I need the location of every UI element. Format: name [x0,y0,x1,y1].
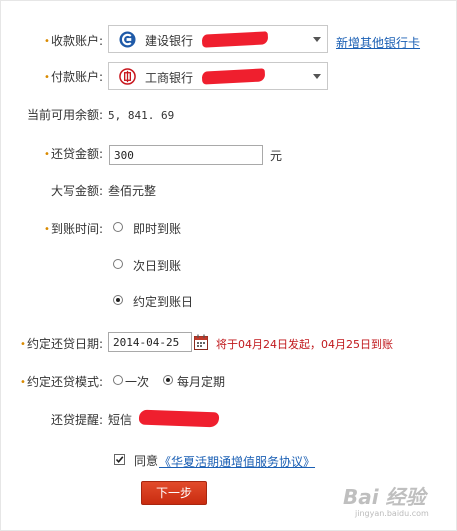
appointed-date-input[interactable] [108,332,192,352]
option-appointed-arrival: 约定到账日 [133,295,194,309]
option-mode-monthly: 每月定期 [177,375,226,389]
chevron-down-icon [313,74,321,79]
appointed-date-note: 将于04月24日发起，04月25日到账 [216,338,393,351]
agreement-prefix: 同意 [134,454,159,468]
reminder-label: 还贷提醒: [50,413,103,427]
redacted-account-number [201,31,269,48]
pay-bank-name: 工商银行 [145,71,194,85]
appointed-date-label: 约定还贷日期: [20,336,103,354]
reminder-value: 短信 [108,413,133,427]
calendar-icon[interactable] [194,334,208,350]
checkmark-icon [115,456,124,464]
radio-mode-once[interactable] [113,375,123,385]
repay-amount-label: 还贷金额: [44,146,103,164]
arrival-time-label: 到账时间: [44,221,103,239]
redacted-phone-number [138,409,220,428]
balance-value: 5, 841. 69 [108,109,175,122]
option-next-day-arrival: 次日到账 [133,259,182,273]
icbc-bank-icon [119,68,136,85]
agreement-link[interactable]: 《华夏活期通增值服务协议》 [159,453,315,470]
balance-label: 当前可用余额: [26,108,103,122]
currency-unit: 元 [270,149,283,163]
agreement-checkbox[interactable] [114,454,125,465]
option-instant-arrival: 即时到账 [133,222,182,236]
radio-mode-monthly[interactable] [163,375,173,385]
next-step-button[interactable]: 下一步 [141,481,207,505]
radio-instant-arrival[interactable] [113,222,123,232]
redacted-account-number [201,68,266,85]
repay-amount-input[interactable] [109,145,263,165]
appointed-mode-label: 约定还贷模式: [20,374,103,392]
collect-account-label: 收款账户: [44,33,103,51]
option-mode-once: 一次 [125,375,150,389]
ccb-bank-icon [119,31,136,48]
collect-bank-name: 建设银行 [145,34,194,48]
chevron-down-icon [313,37,321,42]
collect-account-select[interactable]: 建设银行 [108,25,328,53]
amount-words-label: 大写金额: [50,184,103,198]
pay-account-select[interactable]: 工商银行 [108,62,328,90]
baidu-watermark: Bai 经验 [343,485,426,509]
amount-words-value: 叁佰元整 [108,184,157,198]
baidu-watermark-url: jingyan.baidu.com [355,509,429,518]
add-bank-card-link[interactable]: 新增其他银行卡 [336,34,420,51]
radio-next-day-arrival[interactable] [113,259,123,269]
radio-appointed-arrival[interactable] [113,295,123,305]
pay-account-label: 付款账户: [44,69,103,87]
